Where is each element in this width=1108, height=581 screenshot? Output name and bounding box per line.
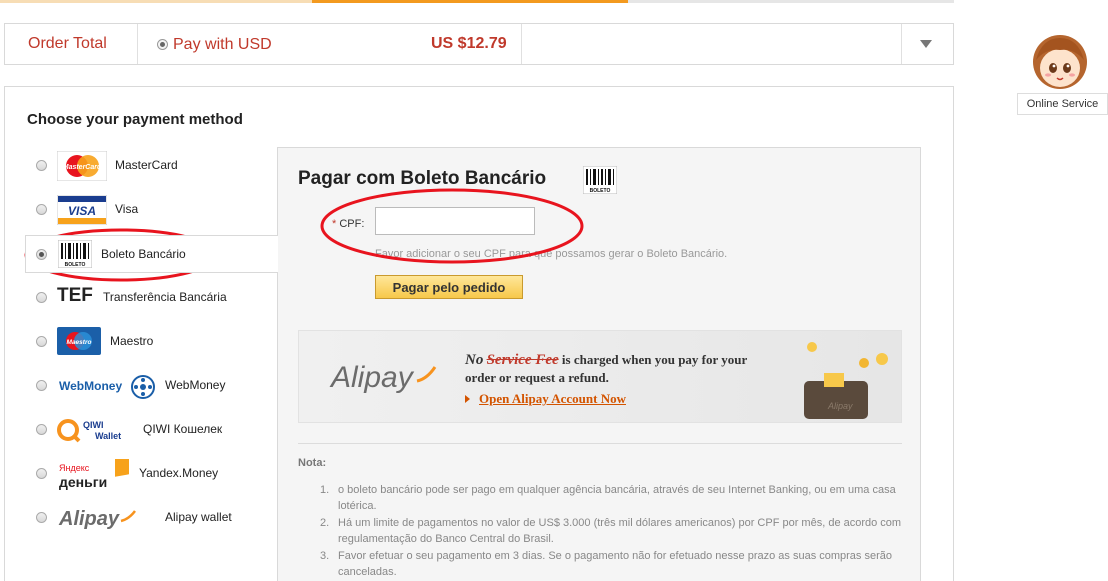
alipay-promo-text: No Service Fee is charged when you pay f… [465, 351, 747, 386]
alipay-banner: Alipay No Service Fee is charged when yo… [298, 330, 902, 423]
progress-step-current [312, 0, 628, 3]
visa-logo-icon: VISA [57, 195, 107, 225]
payment-panel: Choose your payment method MasterCard Ma… [4, 86, 954, 581]
svg-text:Alipay: Alipay [329, 361, 415, 394]
svg-text:Alipay: Alipay [58, 508, 120, 530]
payment-option-label: WebMoney [165, 378, 226, 392]
radio-button[interactable] [36, 424, 47, 435]
radio-button[interactable] [36, 380, 47, 391]
progress-step-done [0, 0, 312, 3]
mastercard-logo-icon: MasterCard [57, 151, 107, 181]
divider [521, 24, 522, 64]
nota-item: 3. Favor efetuar o seu pagamento em 3 dia… [320, 550, 893, 578]
webmoney-logo: WebMoney [59, 379, 123, 393]
support-mascot-icon[interactable] [1028, 32, 1092, 98]
svg-text:Maestro: Maestro [67, 339, 92, 346]
alipay-banner-logo-icon: Alipay [329, 361, 437, 394]
payment-method-heading: Choose your payment method [27, 111, 243, 128]
radio-button[interactable] [36, 160, 47, 171]
nota-title: Nota: [298, 457, 327, 469]
barcode-icon: BOLETO [583, 166, 617, 194]
chevron-down-icon[interactable] [920, 40, 932, 48]
nota-item: 1. o boleto bancário pode ser pago em qua… [320, 484, 896, 512]
payment-option-alipay[interactable]: Alipay Alipay wallet [5, 499, 277, 537]
payment-option-label: Alipay wallet [165, 510, 232, 524]
radio-button[interactable] [36, 204, 47, 215]
divider [137, 24, 138, 64]
pay-with-usd-radio[interactable] [157, 39, 168, 50]
svg-text:BOLETO: BOLETO [590, 188, 611, 194]
payment-option-yandex[interactable]: Яндекс деньги Yandex.Money [5, 455, 277, 493]
divider [901, 24, 902, 64]
payment-option-label: Yandex.Money [139, 466, 219, 480]
checkout-progress-bar [0, 0, 954, 3]
boleto-title: Pagar com Boleto Bancário [298, 168, 547, 189]
payment-option-webmoney[interactable]: WebMoney WebMoney [5, 367, 277, 405]
radio-button-selected[interactable] [36, 249, 47, 260]
svg-text:MasterCard: MasterCard [63, 164, 102, 171]
payment-option-label: Transferência Bancária [103, 290, 227, 304]
webmoney-globe-icon [131, 375, 155, 399]
radio-button[interactable] [36, 468, 47, 479]
promo-no: No [465, 352, 484, 368]
payment-option-mastercard[interactable]: MasterCard MasterCard [5, 147, 277, 185]
pay-order-button[interactable]: Pagar pelo pedido [375, 275, 523, 299]
payment-option-label: QIWI Кошелек [143, 422, 223, 436]
cpf-label-text: CPF: [339, 218, 365, 230]
payment-option-maestro[interactable]: Maestro Maestro [5, 323, 277, 361]
tef-logo: TEF [57, 285, 93, 306]
payment-option-qiwi[interactable]: QIWI Wallet QIWI Кошелек [5, 411, 277, 449]
maestro-logo-icon: Maestro [57, 327, 101, 355]
order-amount: US $12.79 [431, 35, 507, 52]
payment-option-tef[interactable]: TEF Transferência Bancária [5, 279, 277, 317]
open-alipay-account-link[interactable]: Open Alipay Account Now [479, 391, 626, 407]
svg-text:деньги: деньги [59, 474, 107, 490]
barcode-icon: BOLETO [58, 240, 92, 268]
arrow-right-icon [465, 395, 470, 403]
svg-text:Alipay: Alipay [827, 401, 853, 411]
payment-option-label: Boleto Bancário [101, 247, 186, 261]
wallet-coins-icon: Alipay [804, 342, 888, 419]
boleto-detail-panel: Pagar com Boleto Bancário BOLETO * CPF: … [277, 147, 921, 581]
nota-list: 1. o boleto bancário pode ser pago em qua… [320, 482, 904, 581]
qiwi-logo-icon: QIWI Wallet [57, 419, 121, 443]
online-service-button[interactable]: Online Service [1017, 93, 1108, 115]
divider [298, 443, 902, 444]
yandex-money-logo-icon: Яндекс деньги [59, 459, 129, 490]
payment-option-label: Visa [115, 202, 139, 216]
radio-button[interactable] [36, 292, 47, 303]
svg-text:VISA: VISA [68, 204, 96, 218]
promo-line1: is charged when you pay for your [561, 352, 748, 367]
svg-text:QIWI: QIWI [83, 420, 104, 430]
payment-option-label: MasterCard [115, 158, 178, 172]
alipay-logo-icon: Alipay [58, 508, 136, 530]
payment-option-boleto[interactable]: BOLETO Boleto Bancário [25, 235, 278, 273]
radio-button[interactable] [36, 512, 47, 523]
nota-item: 2. Há um limite de pagamentos no valor de… [320, 517, 902, 545]
cpf-input[interactable] [375, 207, 535, 235]
promo-service-fee: Service Fee [486, 352, 559, 368]
order-total-bar: Order Total Pay with USD US $12.79 [4, 23, 954, 65]
radio-button[interactable] [36, 336, 47, 347]
order-total-label: Order Total [28, 35, 107, 52]
payment-option-label: Maestro [110, 334, 154, 348]
svg-text:BOLETO: BOLETO [65, 262, 86, 268]
required-marker: * [332, 218, 337, 230]
cpf-hint: Favor adicionar o seu CPF para que possa… [375, 248, 728, 260]
payment-option-visa[interactable]: VISA Visa [5, 191, 277, 229]
svg-text:Яндекс: Яндекс [59, 463, 90, 473]
pay-with-usd-label[interactable]: Pay with USD [173, 36, 272, 54]
svg-text:Wallet: Wallet [95, 431, 121, 441]
promo-line2: order or request a refund. [465, 370, 609, 385]
cpf-label: * CPF: [332, 218, 364, 230]
